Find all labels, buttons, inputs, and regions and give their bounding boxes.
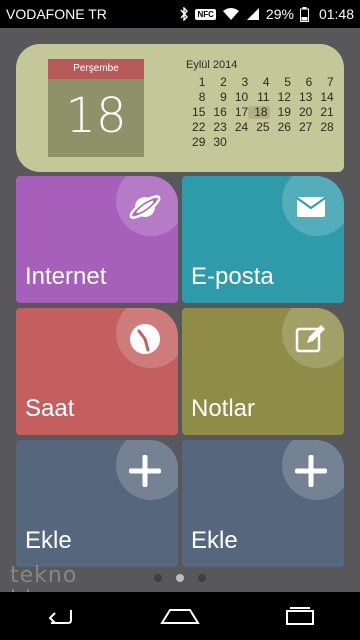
notes-tile[interactable]: Notlar bbox=[182, 308, 344, 435]
email-icon-circle bbox=[282, 176, 344, 236]
calendar-date-cell: 8 bbox=[198, 90, 206, 104]
calendar-date-cell: 26 bbox=[277, 120, 291, 134]
notes-edit-icon bbox=[295, 325, 325, 353]
battery-icon bbox=[299, 6, 309, 22]
page-dot-1[interactable] bbox=[154, 574, 162, 582]
nfc-icon: NFC bbox=[195, 8, 216, 20]
add-tile-right[interactable]: Ekle bbox=[182, 440, 344, 567]
calendar-date-cell: 16 bbox=[213, 105, 227, 119]
calendar-date-cell: 3 bbox=[241, 75, 249, 89]
recent-apps-button[interactable] bbox=[270, 596, 330, 636]
calendar-month-label: Eylül 2014 bbox=[186, 59, 238, 71]
calendar-date-cell: 24 bbox=[234, 120, 249, 134]
status-clock: 01:48 bbox=[318, 6, 354, 22]
calendar-date-cell: 23 bbox=[213, 120, 227, 134]
back-button[interactable] bbox=[30, 596, 90, 636]
calendar-date-cell: 17 bbox=[234, 105, 249, 119]
clock-icon-circle bbox=[116, 308, 178, 368]
add-label: Ekle bbox=[25, 527, 72, 554]
add-icon-circle bbox=[116, 440, 178, 500]
notes-label: Notlar bbox=[191, 395, 256, 422]
add-tile-left[interactable]: Ekle bbox=[16, 440, 178, 567]
calendar-date-cell: 15 bbox=[192, 105, 206, 119]
calendar-date-cell: 7 bbox=[327, 75, 334, 89]
plus-icon bbox=[295, 455, 327, 487]
back-icon bbox=[48, 610, 72, 624]
wifi-icon bbox=[222, 7, 240, 21]
internet-label: Internet bbox=[25, 263, 107, 290]
calendar-date-cell: 4 bbox=[262, 75, 270, 89]
calendar-month-grid: 1 2 3 4 5 6 7 8 9 10 11 12 13 14 15 16 17 18 19 20 21 22 23 24 2… bbox=[184, 76, 334, 149]
calendar-date-cell: 25 bbox=[256, 120, 270, 134]
email-tile[interactable]: E-posta bbox=[182, 176, 344, 303]
add-icon-circle bbox=[282, 440, 344, 500]
browser-planet-icon bbox=[129, 195, 161, 219]
status-bar: VODAFONE TR NFC 29% 01:48 bbox=[0, 0, 360, 28]
calendar-date-cell: 22 bbox=[192, 120, 206, 134]
page-dot-2-active[interactable] bbox=[176, 574, 184, 582]
calendar-date-cell: 6 bbox=[305, 75, 313, 89]
navigation-bar bbox=[0, 592, 360, 640]
clock-icon bbox=[130, 324, 160, 354]
calendar-date-cell: 9 bbox=[220, 90, 227, 104]
home-button[interactable] bbox=[150, 596, 210, 636]
calendar-date-cell: 30 bbox=[213, 135, 227, 149]
calendar-date-cell: 12 bbox=[277, 90, 291, 104]
calendar-date-cell: 2 bbox=[220, 75, 227, 89]
internet-icon-circle bbox=[116, 176, 178, 236]
status-icons: NFC 29% 01:48 bbox=[179, 6, 354, 22]
page-dot-3[interactable] bbox=[198, 574, 206, 582]
calendar-date-cell: 28 bbox=[320, 120, 334, 134]
clock-tile[interactable]: Saat bbox=[16, 308, 178, 435]
bluetooth-icon bbox=[179, 7, 189, 21]
clock-label: Saat bbox=[25, 395, 75, 422]
mail-envelope-icon bbox=[296, 197, 326, 217]
calendar-date-cell: 18 bbox=[248, 106, 270, 119]
calendar-date-cell: 19 bbox=[277, 105, 291, 119]
calendar-date-cell: 21 bbox=[320, 105, 334, 119]
calendar-date-cell: 14 bbox=[320, 90, 334, 104]
calendar-date-cell: 5 bbox=[284, 75, 291, 89]
plus-icon bbox=[129, 455, 161, 487]
add-label: Ekle bbox=[191, 527, 238, 554]
calendar-widget[interactable]: Perşembe 18 Eylül 2014 1 2 3 4 5 6 7 8 9 10 11 12 13… bbox=[16, 44, 344, 172]
calendar-weekday: Perşembe bbox=[48, 59, 144, 79]
recent-apps-icon bbox=[286, 607, 314, 625]
calendar-date-cell: 20 bbox=[298, 105, 313, 119]
watermark-line1: tekno bbox=[10, 563, 78, 588]
calendar-date-cell: 29 bbox=[192, 135, 206, 149]
calendar-day-number: 18 bbox=[65, 88, 127, 144]
home-icon bbox=[160, 609, 200, 624]
battery-percent: 29% bbox=[265, 6, 294, 22]
internet-tile[interactable]: Internet bbox=[16, 176, 178, 303]
notes-icon-circle bbox=[282, 308, 344, 368]
calendar-day-card: Perşembe 18 bbox=[48, 59, 144, 157]
calendar-date-cell: 27 bbox=[298, 120, 313, 134]
calendar-date-cell: 13 bbox=[298, 90, 313, 104]
carrier-name: VODAFONE TR bbox=[6, 6, 107, 22]
calendar-date-cell: 10 bbox=[234, 90, 249, 104]
calendar-date-cell: 11 bbox=[257, 90, 270, 104]
calendar-date-cell: 1 bbox=[198, 75, 206, 89]
email-label: E-posta bbox=[191, 263, 274, 290]
signal-icon bbox=[246, 7, 260, 21]
